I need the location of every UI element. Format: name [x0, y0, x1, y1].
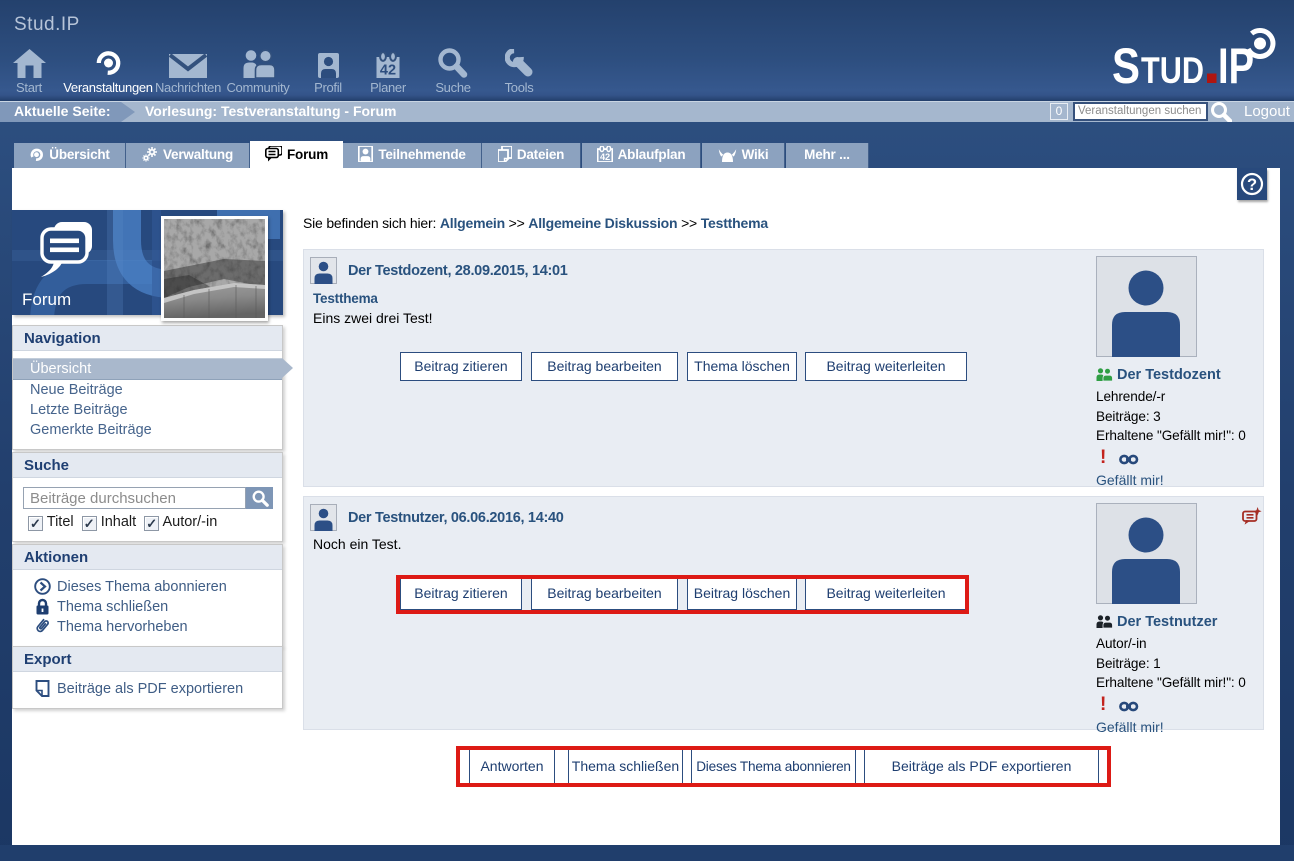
- svg-text:TUD: TUD: [1141, 50, 1204, 86]
- svg-text:?: ?: [1247, 176, 1257, 194]
- svg-text:S: S: [1112, 38, 1140, 86]
- svg-text:IP: IP: [1218, 38, 1254, 86]
- svg-text:42: 42: [380, 63, 396, 79]
- svg-text:42: 42: [600, 152, 610, 162]
